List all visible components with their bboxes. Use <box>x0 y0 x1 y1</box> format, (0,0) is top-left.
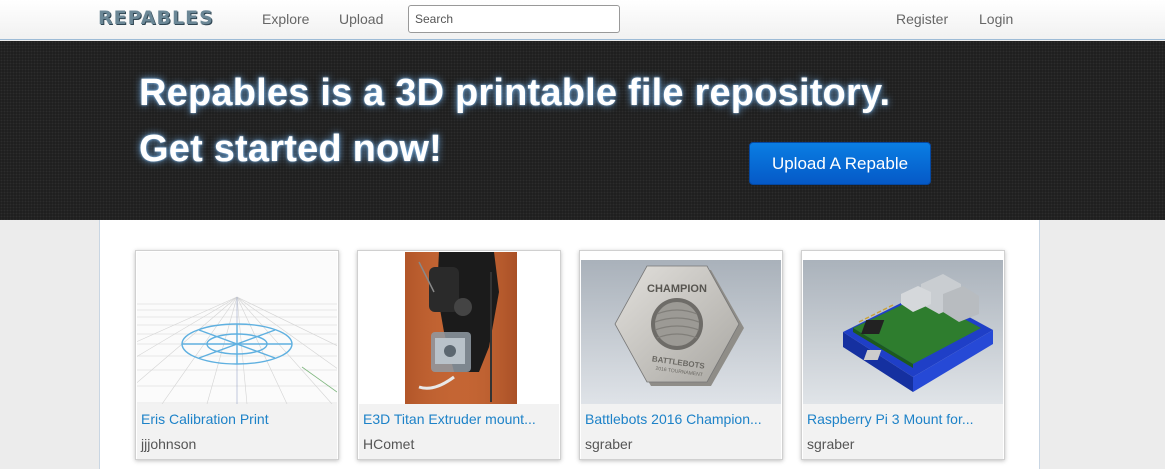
card-title-link[interactable]: Eris Calibration Print <box>141 411 269 427</box>
card-title-link[interactable]: E3D Titan Extruder mount... <box>363 411 536 427</box>
card-thumbnail-raspberry-pi[interactable] <box>803 252 1003 404</box>
card-meta: E3D Titan Extruder mount... HComet <box>359 404 559 459</box>
nav-register-link[interactable]: Register <box>896 11 948 27</box>
featured-repables-panel: Eris Calibration Print jjjohnson E3D Tit… <box>99 220 1040 469</box>
card-thumbnail-extruder[interactable] <box>359 252 559 404</box>
repable-card[interactable]: Eris Calibration Print jjjohnson <box>135 250 339 460</box>
card-title-link[interactable]: Raspberry Pi 3 Mount for... <box>807 411 974 427</box>
card-author[interactable]: sgraber <box>585 436 632 452</box>
card-thumbnail-hex-nut[interactable]: CHAMPION BATTLEBOTS 2016 TOURNAMENT <box>581 252 781 404</box>
hero-headline: Repables is a 3D printable file reposito… <box>139 72 891 114</box>
site-logo[interactable]: REPABLES <box>98 7 214 29</box>
card-author[interactable]: HComet <box>363 436 414 452</box>
card-author[interactable]: jjjohnson <box>141 436 196 452</box>
card-title-link[interactable]: Battlebots 2016 Champion... <box>585 411 762 427</box>
top-navbar: REPABLES Explore Upload Register Login <box>0 0 1165 40</box>
nav-explore-link[interactable]: Explore <box>262 11 309 27</box>
card-meta: Raspberry Pi 3 Mount for... sgraber <box>803 404 1003 459</box>
search-input[interactable] <box>408 5 620 33</box>
hero-subheadline: Get started now! <box>139 128 443 170</box>
nav-upload-link[interactable]: Upload <box>339 11 383 27</box>
nav-login-link[interactable]: Login <box>979 11 1013 27</box>
card-meta: Eris Calibration Print jjjohnson <box>137 404 337 459</box>
upload-repable-button[interactable]: Upload A Repable <box>749 142 931 185</box>
repable-card[interactable]: CHAMPION BATTLEBOTS 2016 TOURNAMENT Batt… <box>579 250 783 460</box>
card-author[interactable]: sgraber <box>807 436 854 452</box>
repable-card[interactable]: E3D Titan Extruder mount... HComet <box>357 250 561 460</box>
hero-banner: Repables is a 3D printable file reposito… <box>0 41 1165 220</box>
champion-text: CHAMPION <box>647 283 707 295</box>
card-meta: Battlebots 2016 Champion... sgraber <box>581 404 781 459</box>
repable-card[interactable]: Raspberry Pi 3 Mount for... sgraber <box>801 250 1005 460</box>
card-thumbnail-calibration[interactable] <box>137 252 337 404</box>
